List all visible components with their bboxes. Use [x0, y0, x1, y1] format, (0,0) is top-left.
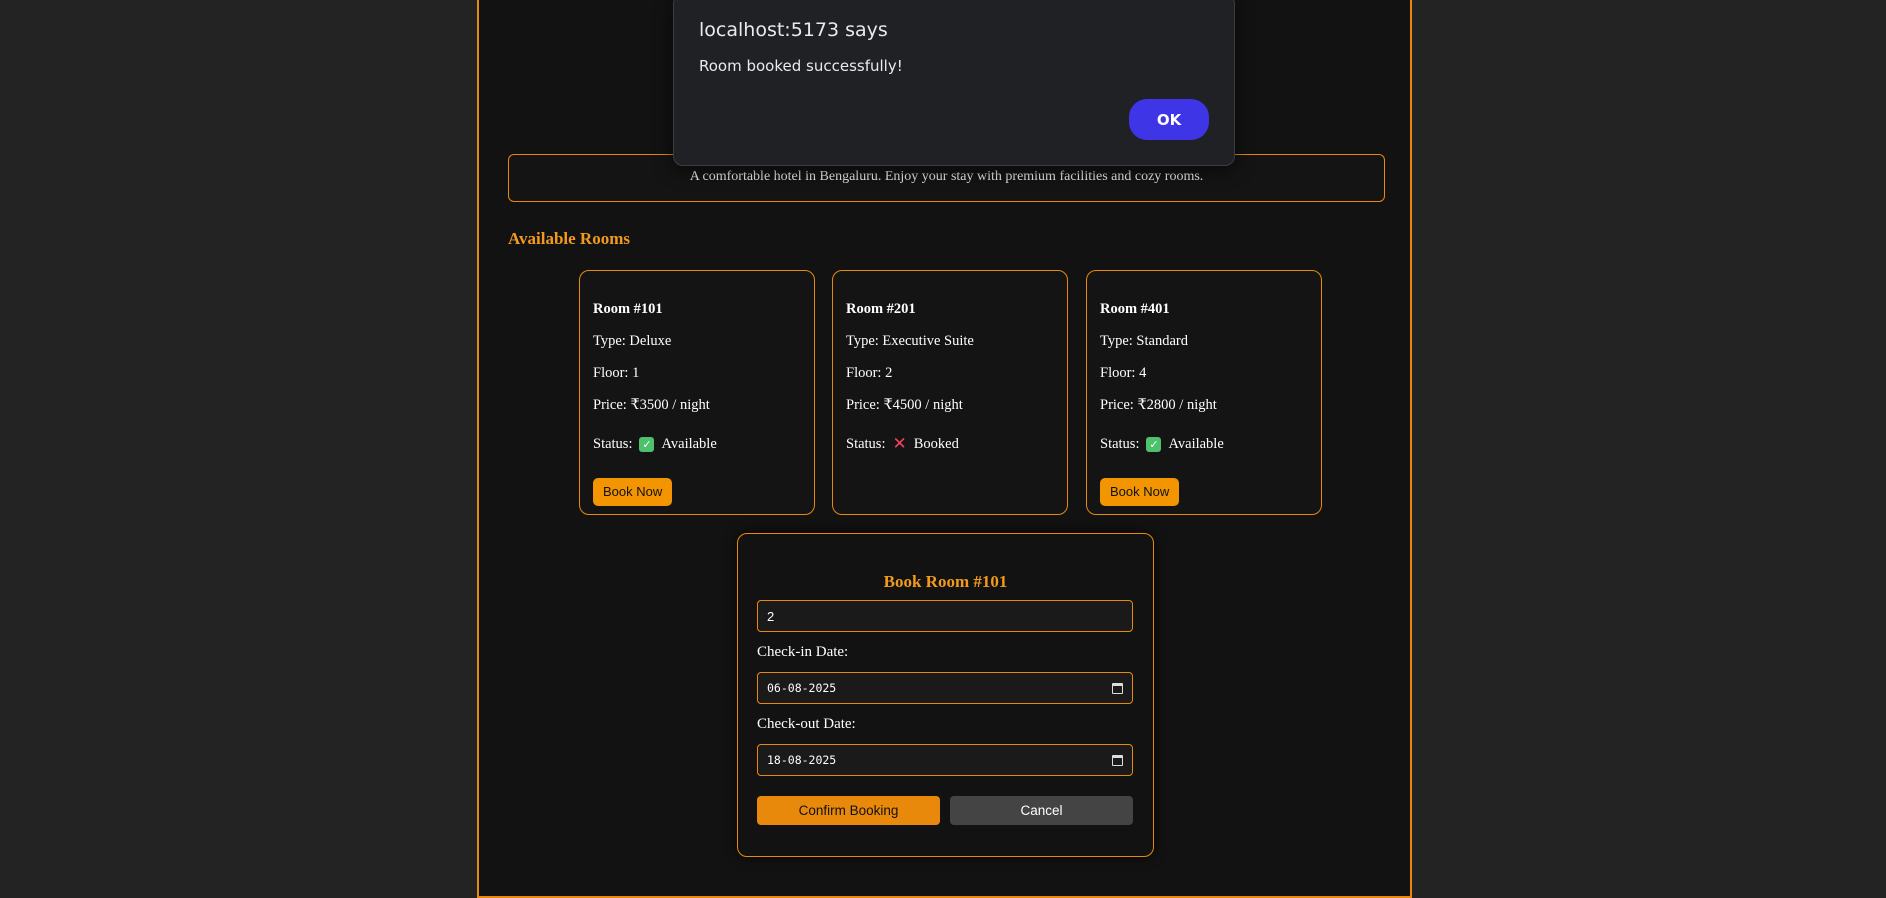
- room-status: Status: ✕ Booked: [846, 427, 1067, 461]
- cancel-button[interactable]: Cancel: [950, 796, 1133, 825]
- status-label: Status:: [593, 435, 633, 452]
- hotel-description: A comfortable hotel in Bengaluru. Enjoy …: [689, 169, 1204, 184]
- checkin-value: 06-08-2025: [767, 681, 837, 695]
- room-title: Room #201: [846, 301, 916, 317]
- status-label: Status:: [846, 435, 886, 452]
- room-price: Price: ₹2800 / night: [1100, 397, 1217, 413]
- room-card-101: Room #101 Type: Deluxe Floor: 1 Price: ₹…: [579, 270, 815, 515]
- checkout-value: 18-08-2025: [767, 753, 837, 767]
- booking-form: Book Room #101 2 Check-in Date: 06-08-20…: [737, 533, 1154, 857]
- alert-dialog: localhost:5173 says Room booked successf…: [673, 0, 1235, 166]
- calendar-icon[interactable]: [1112, 682, 1123, 694]
- room-title: Room #101: [593, 301, 663, 317]
- room-type: Type: Standard: [1100, 333, 1188, 349]
- check-icon: ✓: [639, 436, 655, 452]
- ok-button[interactable]: OK: [1129, 99, 1209, 140]
- book-now-button[interactable]: Book Now: [1100, 478, 1180, 506]
- checkin-date-input[interactable]: 06-08-2025: [757, 672, 1133, 704]
- booking-actions: Confirm Booking Cancel: [757, 796, 1134, 825]
- booking-title: Book Room #101: [883, 572, 1008, 591]
- status-value: Booked: [913, 435, 959, 452]
- book-now-button[interactable]: Book Now: [593, 478, 673, 506]
- room-type: Type: Executive Suite: [846, 333, 974, 349]
- dialog-message: Room booked successfully!: [699, 57, 903, 75]
- room-floor: Floor: 1: [593, 365, 640, 381]
- check-icon: ✓: [1146, 436, 1162, 452]
- available-rooms-heading: Available Rooms: [508, 229, 630, 248]
- dialog-title: localhost:5173 says: [699, 19, 888, 41]
- room-status: Status: ✓ Available: [593, 427, 814, 461]
- confirm-booking-button[interactable]: Confirm Booking: [757, 796, 940, 825]
- checkout-date-input[interactable]: 18-08-2025: [757, 744, 1133, 776]
- checkin-label: Check-in Date:: [757, 644, 849, 660]
- room-floor: Floor: 2: [846, 365, 893, 381]
- room-price: Price: ₹3500 / night: [593, 397, 710, 413]
- cross-icon: ✕: [892, 433, 907, 454]
- status-label: Status:: [1100, 435, 1140, 452]
- checkout-label: Check-out Date:: [757, 716, 856, 732]
- status-value: Available: [661, 435, 717, 452]
- room-title: Room #401: [1100, 301, 1170, 317]
- room-type: Type: Deluxe: [593, 333, 672, 349]
- calendar-icon[interactable]: [1112, 754, 1123, 766]
- guests-input[interactable]: 2: [757, 600, 1133, 632]
- guests-value: 2: [767, 608, 775, 624]
- room-status: Status: ✓ Available: [1100, 427, 1321, 461]
- room-price: Price: ₹4500 / night: [846, 397, 963, 413]
- room-card-201: Room #201 Type: Executive Suite Floor: 2…: [832, 270, 1068, 515]
- room-floor: Floor: 4: [1100, 365, 1147, 381]
- room-card-401: Room #401 Type: Standard Floor: 4 Price:…: [1086, 270, 1322, 515]
- status-value: Available: [1168, 435, 1224, 452]
